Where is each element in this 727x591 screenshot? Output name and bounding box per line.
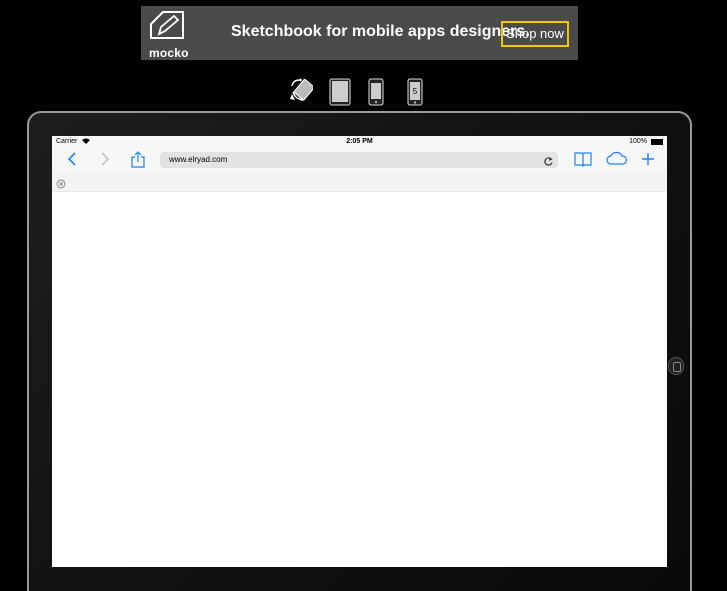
forward-icon[interactable] [100, 151, 110, 172]
rotate-icon[interactable] [289, 78, 315, 109]
device-screen: Carrier 2:05 PM 100% www.elryad.com [52, 136, 667, 567]
home-button[interactable] [668, 357, 684, 375]
iphone-icon[interactable] [368, 78, 384, 111]
device-switcher: 5 [0, 78, 727, 106]
logo-text: mocko [149, 46, 189, 60]
new-tab-icon[interactable] [641, 151, 655, 172]
reload-icon[interactable] [543, 154, 554, 172]
tab-bar [52, 172, 667, 192]
address-bar[interactable]: www.elryad.com [160, 152, 558, 168]
icloud-tabs-icon[interactable] [606, 151, 628, 172]
ad-banner[interactable]: mocko Sketchbook for mobile apps designe… [141, 6, 578, 60]
close-tab-icon[interactable] [56, 176, 66, 194]
share-icon[interactable] [131, 151, 145, 173]
ipad-icon[interactable] [329, 78, 351, 111]
shop-now-button[interactable]: Shop now [501, 21, 569, 47]
status-time: 2:05 PM [346, 138, 373, 145]
pencil-icon [150, 11, 184, 39]
mocko-logo[interactable]: mocko [145, 10, 189, 60]
browser-toolbar: www.elryad.com [52, 148, 667, 172]
battery-icon [651, 139, 663, 145]
back-icon[interactable] [67, 151, 77, 172]
iphone5-badge: 5 [413, 87, 418, 96]
status-bar: Carrier 2:05 PM 100% [52, 136, 667, 148]
iphone5-icon[interactable]: 5 [407, 78, 423, 111]
battery-percent: 100% [629, 138, 647, 145]
url-text: www.elryad.com [169, 155, 228, 164]
bookmarks-icon[interactable] [574, 151, 592, 172]
ad-headline: Sketchbook for mobile apps designers. [231, 23, 530, 40]
